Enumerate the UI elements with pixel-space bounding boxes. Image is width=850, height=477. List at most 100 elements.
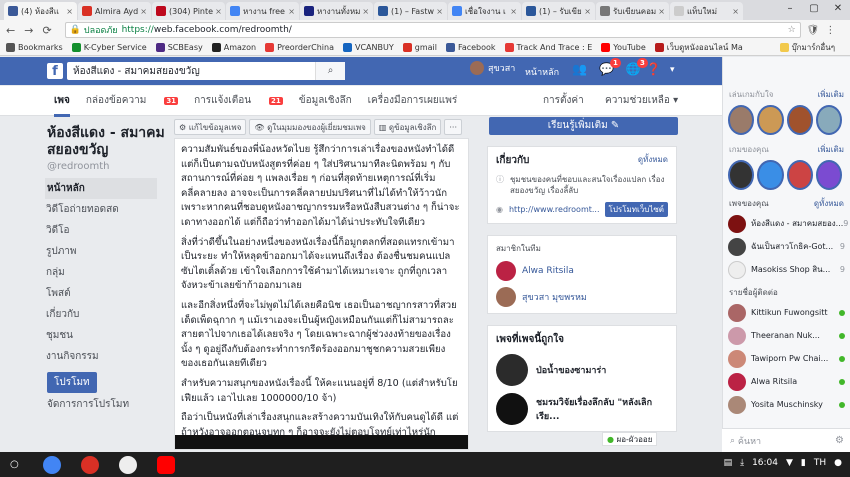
view-insights-button[interactable]: ▥ ดูข้อมูลเชิงลึก: [373, 119, 442, 135]
nav-item-live-video[interactable]: วิดีโอถ่ายทอดสด: [46, 199, 167, 220]
manage-promotions-link[interactable]: จัดการการโปรโมท: [47, 397, 167, 412]
youtube-icon[interactable]: [156, 455, 175, 474]
page-handle[interactable]: @redroomth: [47, 161, 167, 172]
account-menu-icon[interactable]: ▾: [670, 65, 675, 75]
contact-item[interactable]: Tawiporn Pw Chai...: [723, 349, 850, 368]
other-bookmarks[interactable]: บุ๊กมาร์กอื่นๆ: [779, 41, 835, 54]
chat-tab[interactable]: ● ผอ-ผัวออย: [602, 432, 658, 446]
facebook-search-input[interactable]: ห้องสีแดง - สมาคมสยองขวัญ ⌕: [67, 62, 345, 80]
liked-page-item[interactable]: ป่อน้ำของซามาร่า: [496, 354, 668, 386]
bookmark-item[interactable]: Amazon: [211, 43, 256, 52]
tab-notifications[interactable]: การแจ้งเตือน 21: [194, 93, 283, 108]
liked-page-item[interactable]: ชมรมวิจัยเรื่องลึกลับ "หลังเลิกเรีย...: [496, 393, 668, 425]
contact-item[interactable]: Theeranan Nuk...: [723, 326, 850, 345]
close-window-icon[interactable]: ✕: [826, 0, 850, 18]
extension-icon[interactable]: 🛡: [807, 25, 820, 36]
profile-link[interactable]: สุขวสา: [470, 61, 515, 75]
menu-icon[interactable]: ⋮: [825, 25, 835, 36]
system-tray[interactable]: ▤ ⤓ 16:04 ▼ ▮ TH ●: [716, 458, 842, 468]
bookmark-item[interactable]: YouTube: [601, 43, 646, 52]
team-member[interactable]: Alwa Ritsila: [496, 261, 668, 281]
bookmark-item[interactable]: Facebook: [445, 43, 496, 52]
bookmark-item[interactable]: Track And Trace : E: [504, 43, 592, 52]
your-page-item[interactable]: ห้องสีแดง - สมาคมสยอง... 9: [723, 214, 850, 233]
close-icon[interactable]: ×: [64, 7, 73, 16]
promote-button[interactable]: โปรโมท: [47, 372, 97, 393]
your-page-item[interactable]: Masokiss Shop สิน... 9: [723, 260, 850, 279]
browser-tab[interactable]: เชื่อใจงาน เ ×: [448, 2, 521, 20]
tab-insights[interactable]: ข้อมูลเชิงลึก: [299, 93, 352, 108]
promote-website-button[interactable]: โปรโมทเว็บไซต์: [604, 202, 668, 217]
see-all-link[interactable]: ดูทั้งหมด: [814, 197, 844, 210]
minimize-icon[interactable]: –: [778, 0, 802, 18]
contact-item[interactable]: Yosita Muschinsky: [723, 395, 850, 414]
reload-icon[interactable]: ⟳: [42, 24, 51, 37]
your-page-item[interactable]: ฉันเป็นสาวโกธิค-Got... 9: [723, 237, 850, 256]
see-all-link[interactable]: ดูทั้งหมด: [638, 153, 668, 168]
browser-tab[interactable]: (1) – รับเขีย ×: [522, 2, 595, 20]
chrome-icon[interactable]: [42, 455, 61, 474]
browser-tab[interactable]: แท็บใหม่ ×: [670, 2, 743, 20]
contact-item[interactable]: Alwa Ritsila: [723, 372, 850, 391]
docs-icon[interactable]: [118, 455, 137, 474]
close-icon[interactable]: ×: [286, 7, 295, 16]
tab-settings[interactable]: การตั้งค่า: [543, 93, 584, 108]
close-icon[interactable]: ×: [508, 7, 517, 16]
game-thumbnail[interactable]: [815, 105, 842, 135]
more-link[interactable]: เพิ่มเติม: [818, 143, 844, 156]
game-thumbnail[interactable]: [728, 160, 755, 190]
game-thumbnail[interactable]: [786, 105, 813, 135]
close-icon[interactable]: ×: [582, 7, 591, 16]
launcher-icon[interactable]: ○: [10, 459, 19, 470]
bookmark-item[interactable]: เว็บดูหนังออนไลน์ Ma: [654, 41, 743, 54]
nav-item-videos[interactable]: วิดีโอ: [46, 220, 167, 241]
messages-icon[interactable]: 💬 1: [599, 58, 621, 76]
notifications-icon[interactable]: 🌐 3: [626, 58, 648, 76]
home-link[interactable]: หน้าหลัก: [525, 65, 559, 79]
nav-item-posts[interactable]: โพสต์: [46, 283, 167, 304]
close-icon[interactable]: ×: [434, 7, 443, 16]
close-icon[interactable]: ×: [656, 7, 665, 16]
bookmark-item[interactable]: Bookmarks: [6, 43, 63, 52]
chat-settings-icon[interactable]: ⚙: [835, 435, 844, 446]
tab-page[interactable]: เพจ: [54, 93, 70, 117]
bookmark-item[interactable]: K-Cyber Service: [71, 43, 147, 52]
close-icon[interactable]: ×: [730, 7, 739, 16]
post-image[interactable]: [175, 435, 468, 449]
close-icon[interactable]: ×: [213, 7, 222, 16]
search-icon[interactable]: ⌕: [315, 62, 345, 80]
bookmark-item[interactable]: SCBEasy: [155, 43, 203, 52]
tab-inbox[interactable]: กล่องข้อความ 31: [86, 93, 179, 108]
nav-item-community[interactable]: ชุมชน: [46, 325, 167, 346]
gmail-icon[interactable]: [80, 455, 99, 474]
help-icon[interactable]: ❓: [646, 62, 661, 76]
browser-tab[interactable]: หางาน free ×: [226, 2, 299, 20]
view-as-visitor-button[interactable]: 👁 ดูในมุมมองของผู้เยี่ยมชมเพจ: [249, 119, 371, 135]
website-link[interactable]: http://www.redroomt...: [509, 204, 600, 215]
close-icon[interactable]: ×: [138, 7, 147, 16]
browser-tab[interactable]: หางานทั้งหม ×: [300, 2, 373, 20]
game-thumbnail[interactable]: [757, 105, 784, 135]
game-thumbnail[interactable]: [815, 160, 842, 190]
nav-item-home[interactable]: หน้าหลัก: [45, 178, 157, 199]
maximize-icon[interactable]: ▢: [802, 0, 826, 18]
bookmark-item[interactable]: PreorderChina: [265, 43, 334, 52]
browser-tab[interactable]: (304) Pinte ×: [152, 2, 225, 20]
more-link[interactable]: เพิ่มเติม: [818, 88, 844, 101]
nav-item-about[interactable]: เกี่ยวกับ: [46, 304, 167, 325]
back-icon[interactable]: ←: [6, 24, 15, 37]
facebook-logo-icon[interactable]: f: [47, 63, 63, 79]
team-member[interactable]: สุขวสา มุขพรหม: [496, 287, 668, 307]
game-thumbnail[interactable]: [728, 105, 755, 135]
more-button[interactable]: ···: [444, 119, 463, 135]
forward-icon[interactable]: →: [24, 24, 33, 37]
star-icon[interactable]: ☆: [788, 25, 796, 35]
browser-tab[interactable]: Almira Ayd ×: [78, 2, 151, 20]
game-thumbnail[interactable]: [757, 160, 784, 190]
learn-more-button[interactable]: เรียนรู้เพิ่มเติม ✎: [489, 117, 678, 135]
bookmark-item[interactable]: gmail: [402, 43, 437, 52]
nav-item-events[interactable]: งานกิจกรรม: [46, 346, 167, 367]
friend-requests-icon[interactable]: 👥: [572, 62, 587, 76]
nav-item-photos[interactable]: รูปภาพ: [46, 241, 167, 262]
tab-publishing-tools[interactable]: เครื่องมือการเผยแพร่: [368, 93, 458, 108]
